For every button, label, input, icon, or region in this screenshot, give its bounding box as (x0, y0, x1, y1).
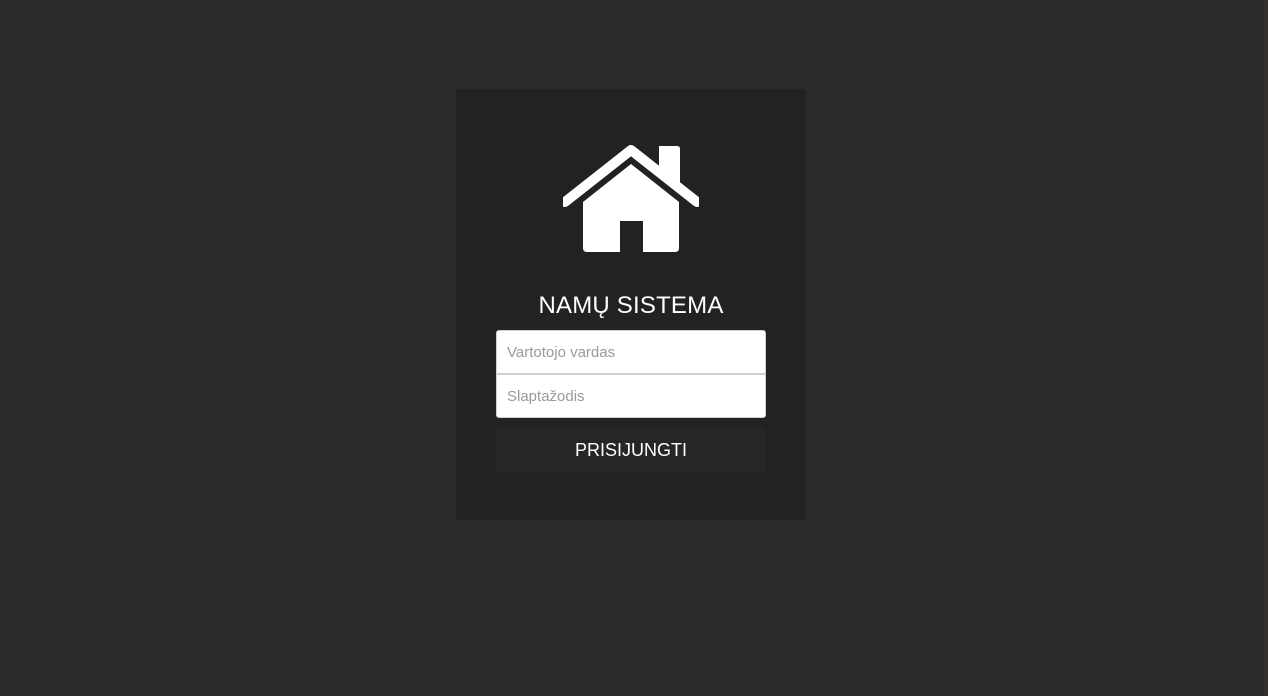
login-button[interactable]: PRISIJUNGTI (496, 428, 766, 473)
password-input[interactable] (496, 374, 766, 418)
house-icon (563, 144, 699, 254)
window-edge (1264, 0, 1268, 696)
page-title: NAMŲ SISTEMA (538, 292, 724, 319)
login-page: NAMŲ SISTEMA PRISIJUNGTI (0, 0, 1268, 696)
login-card: NAMŲ SISTEMA PRISIJUNGTI (456, 89, 806, 520)
username-input[interactable] (496, 330, 766, 374)
